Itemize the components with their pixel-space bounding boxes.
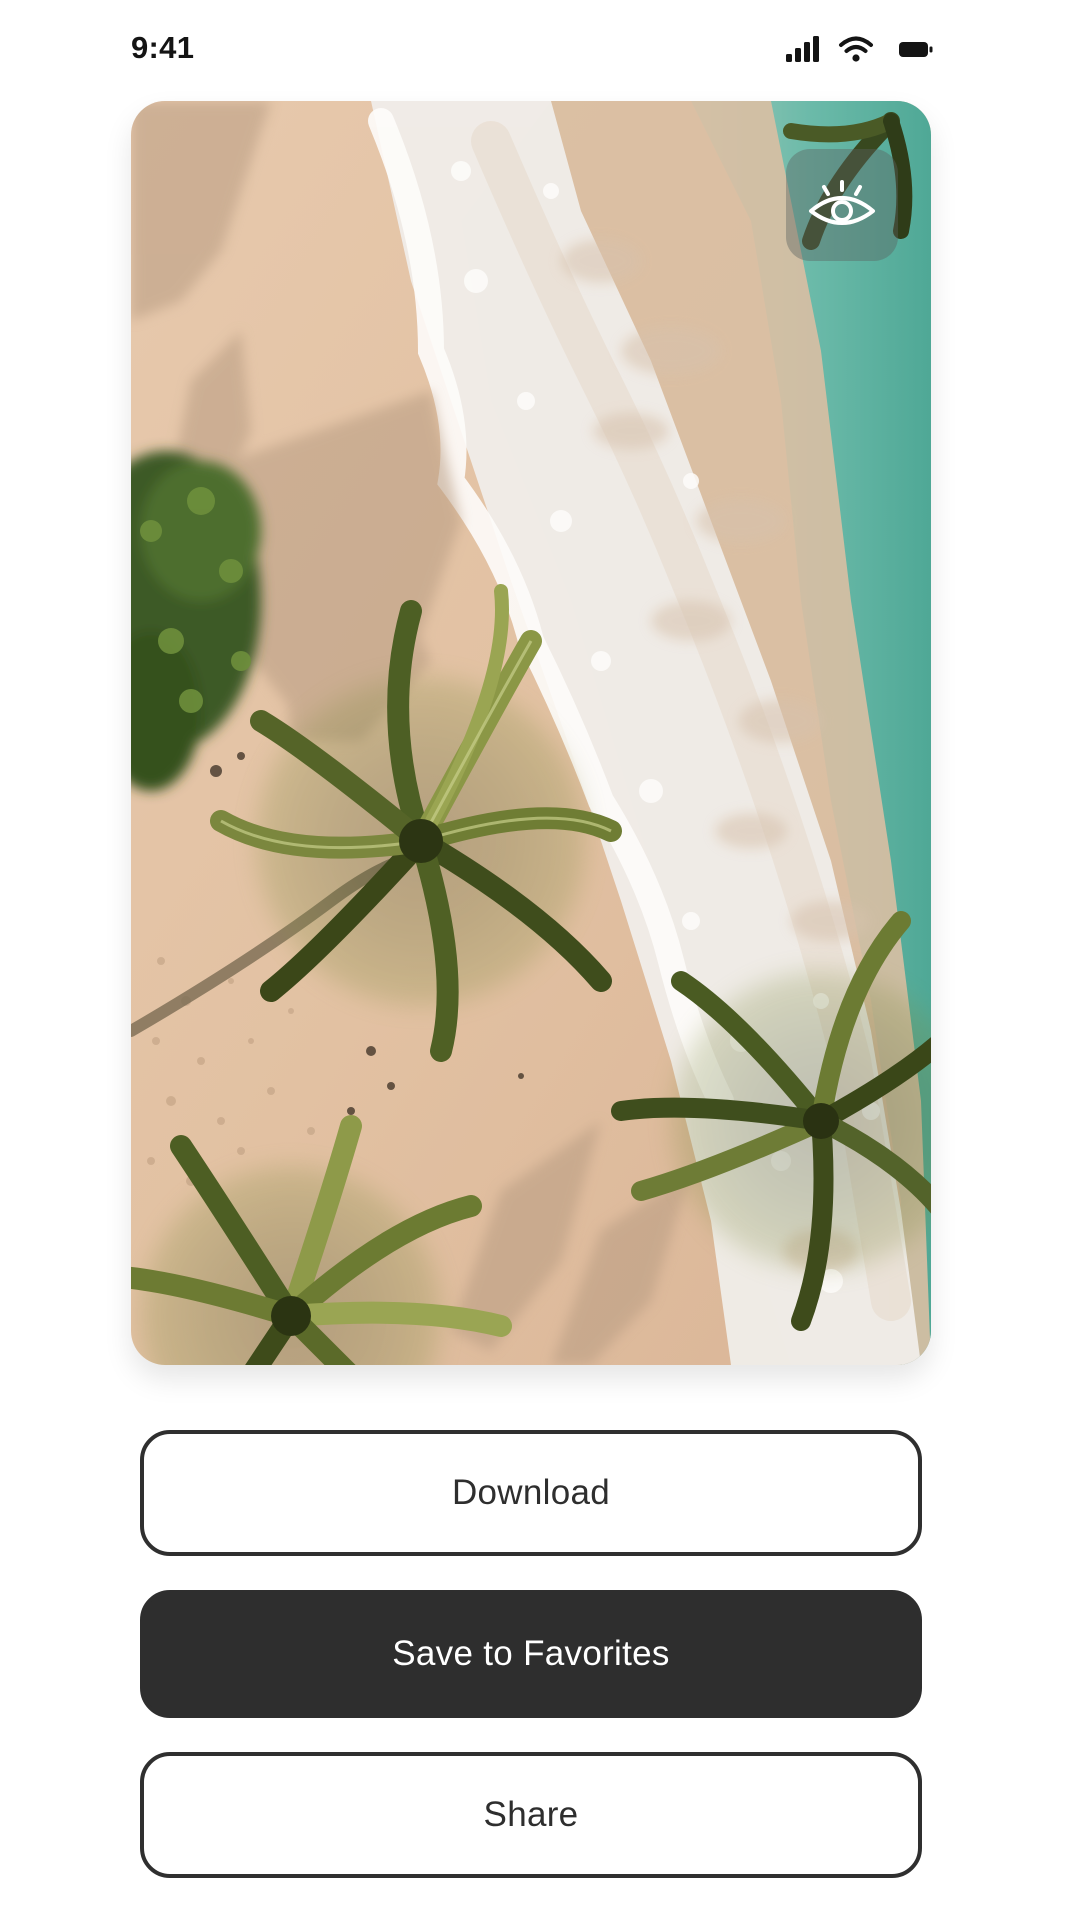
action-buttons: Download Save to Favorites Share <box>140 1430 922 1878</box>
status-time: 9:41 <box>131 30 195 65</box>
status-bar: 9:41 <box>0 0 1080 100</box>
wifi-icon <box>839 36 873 62</box>
photo-card[interactable] <box>131 101 931 1365</box>
reveal-button[interactable] <box>786 149 898 261</box>
aerial-beach-photo <box>131 101 931 1365</box>
status-icons <box>785 34 935 64</box>
battery-icon <box>899 42 933 57</box>
share-button[interactable]: Share <box>140 1752 922 1878</box>
download-button[interactable]: Download <box>140 1430 922 1556</box>
save-to-favorites-button[interactable]: Save to Favorites <box>140 1590 922 1718</box>
eye-icon <box>809 180 875 225</box>
cellular-signal-icon <box>786 36 819 62</box>
